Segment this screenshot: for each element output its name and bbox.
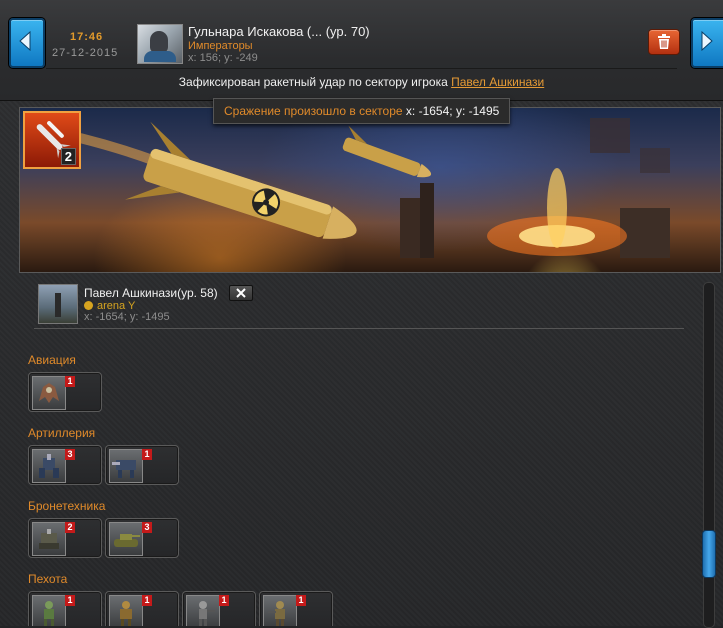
unit-slot[interactable]: 1 <box>259 591 333 626</box>
battle-banner-image <box>19 107 721 273</box>
unit-count-badge: 2 <box>65 522 75 533</box>
unit-slot[interactable]: 1 <box>105 591 179 626</box>
artillery-mech-icon <box>32 449 66 483</box>
scrollbar-thumb[interactable] <box>702 530 716 578</box>
unit-slot[interactable]: 3 <box>105 518 179 558</box>
tooltip-coords: x: -1654; y: -1495 <box>405 104 500 118</box>
infantry-heavy-icon <box>109 595 143 626</box>
unit-count-badge: 1 <box>65 595 75 606</box>
missile-strike-badge: 2 <box>23 111 81 169</box>
unit-count-badge: 1 <box>142 595 152 606</box>
infantry-soldier-icon <box>186 595 220 626</box>
unit-slot[interactable]: 3 <box>28 445 102 485</box>
battle-details-panel: Павел Ашкинази(ур. 58) arena Y x: -1654;… <box>19 274 701 626</box>
tooltip-label: Сражение произошло в секторе <box>224 104 403 118</box>
unit-slot[interactable]: 1 <box>105 445 179 485</box>
close-icon <box>236 288 246 298</box>
report-message: Зафиксирован ракетный удар по сектору иг… <box>0 75 723 89</box>
arrow-left-icon <box>19 31 31 51</box>
section-title-armored: Бронетехника <box>28 499 106 513</box>
battle-sector-tooltip: Сражение произошло в секторе x: -1654; y… <box>213 98 511 124</box>
unit-count-badge: 3 <box>142 522 152 533</box>
unit-count-badge: 3 <box>65 449 75 460</box>
missile-count: 2 <box>60 148 76 165</box>
unit-count-badge: 1 <box>296 595 306 606</box>
unit-slot[interactable]: 2 <box>28 518 102 558</box>
tank-icon <box>109 522 143 556</box>
arrow-right-icon <box>701 31 713 51</box>
attacker-name[interactable]: Гульнара Искакова (... (ур. 70) <box>188 24 370 39</box>
unit-count-badge: 1 <box>65 376 75 387</box>
defender-name[interactable]: Павел Ашкинази(ур. 58) <box>84 286 218 300</box>
header-divider <box>46 68 677 69</box>
infantry-gunner-icon <box>263 595 297 626</box>
section-title-infantry: Пехота <box>28 572 68 586</box>
previous-report-button[interactable] <box>9 18 45 68</box>
content-divider <box>34 328 684 329</box>
section-title-aviation: Авиация <box>28 353 76 367</box>
unit-slot[interactable]: 1 <box>182 591 256 626</box>
report-date: 27-12-2015 <box>52 47 119 59</box>
next-report-button[interactable] <box>691 18 723 68</box>
missile-strike-illustration <box>78 118 670 258</box>
unit-slot[interactable]: 1 <box>28 372 102 412</box>
artillery-walker-icon <box>109 449 143 483</box>
attacker-clan[interactable]: Императоры <box>188 40 253 52</box>
unit-count-badge: 1 <box>142 449 152 460</box>
defender-coords: x: -1654; y: -1495 <box>84 311 170 323</box>
unit-slot[interactable]: 1 <box>28 591 102 626</box>
alliance-icon <box>84 301 93 310</box>
report-message-text: Зафиксирован ракетный удар по сектору иг… <box>178 75 448 89</box>
target-player-link[interactable]: Павел Ашкинази <box>451 75 544 89</box>
delete-report-button[interactable] <box>648 29 680 55</box>
report-time: 17:46 <box>70 31 104 43</box>
infantry-mech-icon <box>32 595 66 626</box>
section-title-artillery: Артиллерия <box>28 426 96 440</box>
unit-count-badge: 1 <box>219 595 229 606</box>
close-defender-button[interactable] <box>229 285 253 301</box>
defender-avatar[interactable] <box>38 284 78 324</box>
attacker-avatar[interactable] <box>137 24 183 64</box>
armored-mech-icon <box>32 522 66 556</box>
aircraft-unit-icon <box>32 376 66 410</box>
trash-icon <box>658 34 670 49</box>
attacker-coords: x: 156; y: -249 <box>188 52 258 64</box>
